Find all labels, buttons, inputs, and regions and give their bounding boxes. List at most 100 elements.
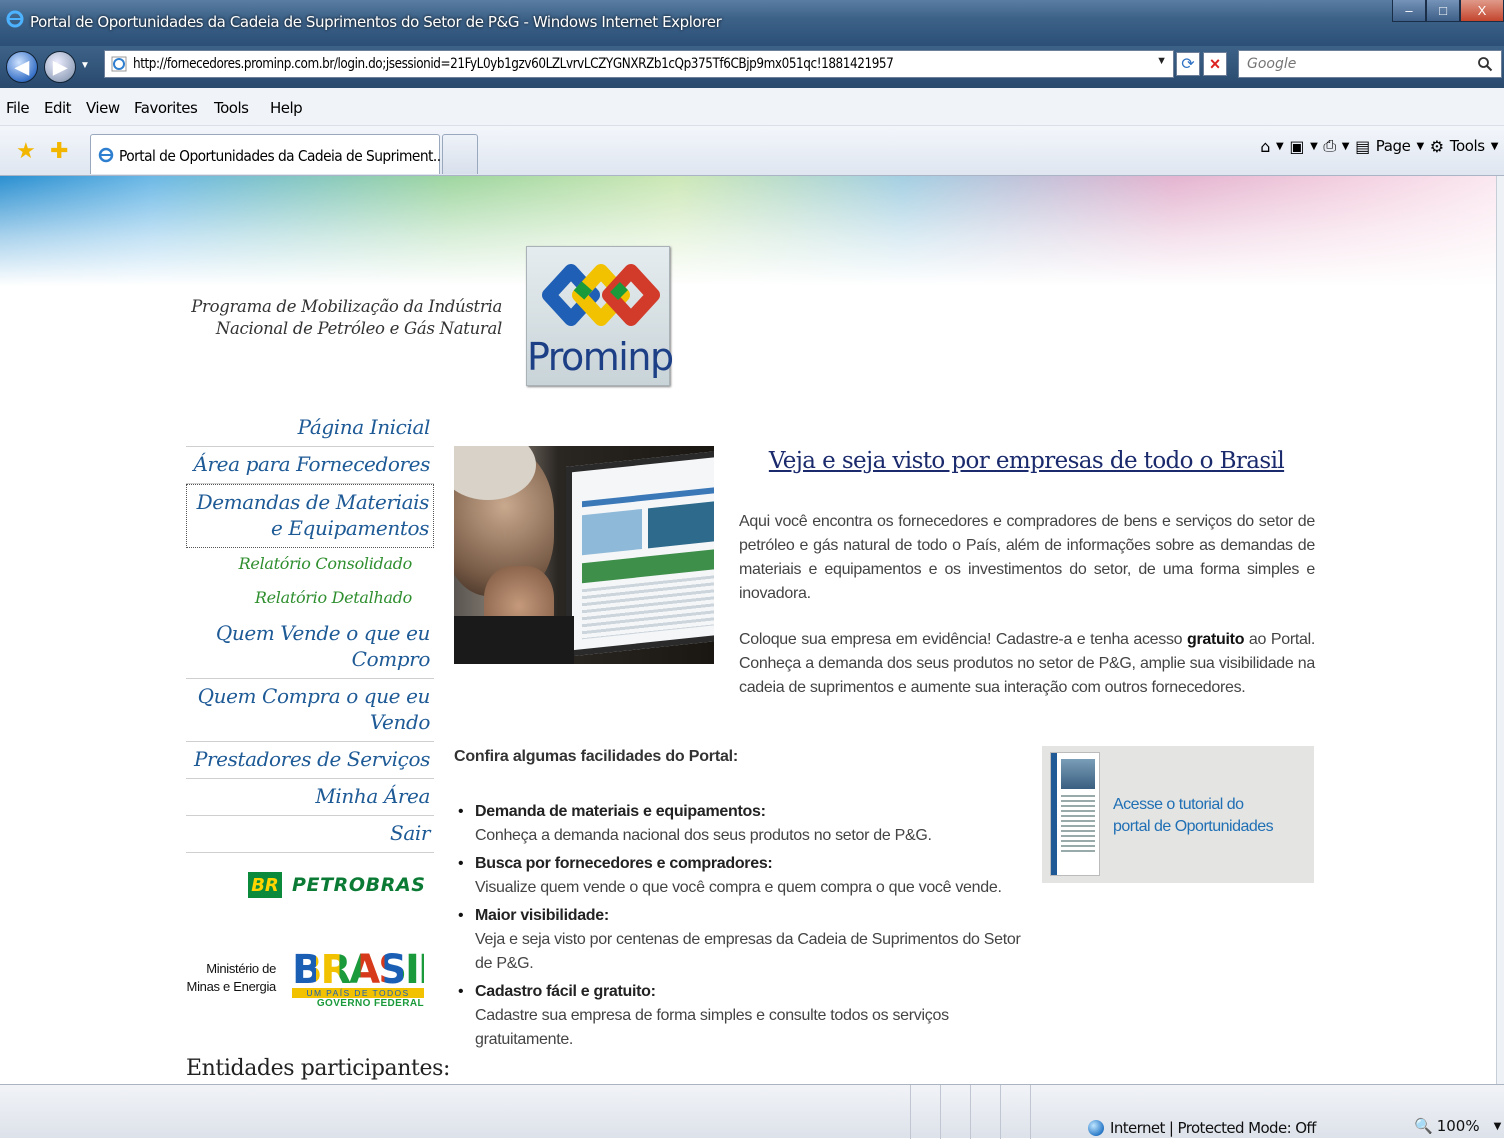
feeds-icon[interactable]: ▣ <box>1289 137 1304 156</box>
ie-logo-icon <box>6 10 24 28</box>
nav-pagina-inicial[interactable]: Página Inicial <box>186 410 434 447</box>
ministerio-line1: Ministério de <box>206 961 276 976</box>
feature-text: Visualize quem vende o que você compra e… <box>475 879 1002 896</box>
list-item: Busca por fornecedores e compradores: Vi… <box>458 852 1038 900</box>
tutorial-line1: Acesse o tutorial do <box>1113 796 1244 813</box>
page-content: Programa de Mobilização da Indústria Nac… <box>0 176 1504 1084</box>
page-menu[interactable]: Page <box>1376 137 1411 155</box>
new-tab-button[interactable] <box>442 134 478 174</box>
favorites-star-icon[interactable]: ★ <box>16 138 36 164</box>
program-title: Programa de Mobilização da Indústria Nac… <box>191 297 502 338</box>
ie-page-icon <box>98 147 114 163</box>
feature-title: Cadastro fácil e gratuito: <box>475 983 656 1000</box>
close-button[interactable]: X <box>1460 0 1504 22</box>
forward-arrow-icon[interactable]: ▶ <box>44 51 76 83</box>
petrobras-br-mark: BR <box>248 872 282 898</box>
feeds-dropdown-icon[interactable]: ▼ <box>1310 141 1318 152</box>
entidades-heading: Entidades participantes: <box>186 1056 450 1081</box>
brasil-governo-logo[interactable]: BRASIL UM PAÍS DE TODOS GOVERNO FEDERAL <box>292 947 443 1010</box>
url-text: http://fornecedores.prominp.com.br/login… <box>133 56 894 72</box>
command-bar: ⌂ ▼ ▣ ▼ ⎙ ▼ ▤ Page ▼ ⚙ Tools ▼ <box>1260 136 1498 156</box>
brasil-word: BRASIL <box>292 947 443 993</box>
prominp-rings-icon <box>542 264 660 326</box>
tools-menu[interactable]: Tools <box>1450 137 1485 155</box>
nav-sair[interactable]: Sair <box>186 816 434 853</box>
menu-edit[interactable]: Edit <box>44 99 72 117</box>
tutorial-link[interactable]: Acesse o tutorial do portal de Oportunid… <box>1113 794 1274 838</box>
feature-text: Veja e seja visto por centenas de empres… <box>475 931 1021 972</box>
zoom-icon: 🔍 <box>1414 1117 1433 1135</box>
nav-prestadores[interactable]: Prestadores de Serviços <box>186 742 434 779</box>
page-ie-icon <box>111 56 127 72</box>
intro-paragraph: Aqui você encontra os fornecedores e com… <box>739 513 1315 602</box>
home-dropdown-icon[interactable]: ▼ <box>1276 141 1284 152</box>
menu-view[interactable]: View <box>86 99 120 117</box>
para2-bold: gratuito <box>1187 631 1245 648</box>
tutorial-line2: portal de Oportunidades <box>1113 818 1274 835</box>
security-zone[interactable]: Internet | Protected Mode: Off <box>1088 1119 1316 1137</box>
stop-icon[interactable]: × <box>1203 52 1227 76</box>
tab-bar: ★ ✚ Portal de Oportunidades da Cadeia de… <box>0 126 1504 176</box>
vertical-scrollbar[interactable] <box>1496 176 1504 1084</box>
gear-icon: ⚙ <box>1429 136 1444 156</box>
brasil-slogan: UM PAÍS DE TODOS <box>292 988 424 998</box>
globe-icon <box>1088 1120 1104 1136</box>
banner-fade <box>0 176 1504 286</box>
feature-text: Cadastre sua empresa de forma simples e … <box>475 1007 949 1048</box>
feature-title: Busca por fornecedores e compradores: <box>475 855 773 872</box>
feature-title: Maior visibilidade: <box>475 907 609 924</box>
back-arrow-icon[interactable]: ◀ <box>6 51 38 83</box>
subnav-relatorio-consolidado[interactable]: Relatório Consolidado <box>186 548 434 582</box>
tab-portal[interactable]: Portal de Oportunidades da Cadeia de Sup… <box>90 134 445 174</box>
menu-favorites[interactable]: Favorites <box>134 99 198 117</box>
main-headline[interactable]: Veja e seja visto por empresas de todo o… <box>739 448 1314 474</box>
para2-pre: Coloque sua empresa em evidência! Cadast… <box>739 631 1188 648</box>
nav-quem-vende[interactable]: Quem Vende o que eu Compro <box>186 616 434 679</box>
features-heading: Confira algumas facilidades do Portal: <box>454 748 739 765</box>
subnav-relatorio-detalhado[interactable]: Relatório Detalhado <box>186 582 434 616</box>
nav-minha-area[interactable]: Minha Área <box>186 779 434 816</box>
nav-quem-compra[interactable]: Quem Compra o que eu Vendo <box>186 679 434 742</box>
nav-demandas[interactable]: Demandas de Materiais e Equipamentos <box>186 484 434 548</box>
zoom-dropdown-icon[interactable]: ▼ <box>1494 1121 1502 1132</box>
person-shirt <box>454 616 574 664</box>
search-box[interactable] <box>1238 50 1502 78</box>
ministerio-label[interactable]: Ministério de Minas e Energia <box>186 960 277 996</box>
tutorial-thumbnail[interactable] <box>1050 752 1100 876</box>
search-icon[interactable] <box>1477 56 1493 72</box>
prominp-logo[interactable]: Prominp <box>526 246 674 386</box>
menu-help[interactable]: Help <box>270 99 303 117</box>
address-dropdown-icon[interactable]: ▼ <box>1156 55 1167 67</box>
add-favorites-icon[interactable]: ✚ <box>50 138 68 164</box>
tab-label: Portal de Oportunidades da Cadeia de Sup… <box>119 147 445 165</box>
menu-tools[interactable]: Tools <box>214 99 249 117</box>
feature-title: Demanda de materiais e equipamentos: <box>475 803 766 820</box>
menu-bar: File Edit View Favorites Tools Help <box>0 88 1504 126</box>
print-dropdown-icon[interactable]: ▼ <box>1342 141 1350 152</box>
petrobras-logo[interactable]: BR PETROBRAS <box>248 872 426 898</box>
history-dropdown-icon[interactable]: ▼ <box>80 60 90 71</box>
refresh-icon[interactable]: ⟳ <box>1176 52 1200 76</box>
status-bar: Internet | Protected Mode: Off 🔍 100% ▼ <box>0 1084 1504 1139</box>
address-toolbar: ◀ ▶ ▼ http://fornecedores.prominp.com.br… <box>0 46 1504 88</box>
list-item: Cadastro fácil e gratuito: Cadastre sua … <box>458 980 1038 1052</box>
minimize-button[interactable]: – <box>1392 0 1426 22</box>
page-dropdown-icon[interactable]: ▼ <box>1417 141 1425 152</box>
nav-area-fornecedores[interactable]: Área para Fornecedores <box>186 447 434 484</box>
monitor-screen <box>566 449 714 657</box>
tools-dropdown-icon[interactable]: ▼ <box>1491 141 1499 152</box>
print-icon[interactable]: ⎙ <box>1323 136 1336 156</box>
page-icon: ▤ <box>1355 136 1370 156</box>
home-icon[interactable]: ⌂ <box>1260 137 1270 156</box>
ministerio-line2: Minas e Energia <box>186 979 277 994</box>
search-input[interactable] <box>1239 51 1459 77</box>
tutorial-panel[interactable]: Acesse o tutorial do portal de Oportunid… <box>1042 746 1314 883</box>
maximize-button[interactable]: □ <box>1426 0 1460 22</box>
zoom-control[interactable]: 🔍 100% ▼ <box>1414 1117 1501 1135</box>
window-title: Portal de Oportunidades da Cadeia de Sup… <box>30 13 722 31</box>
list-item: Maior visibilidade: Veja e seja visto po… <box>458 904 1038 976</box>
list-item: Demanda de materiais e equipamentos: Con… <box>458 800 1038 848</box>
address-field[interactable]: http://fornecedores.prominp.com.br/login… <box>104 50 1174 78</box>
prominp-logo-text: Prominp <box>527 335 674 379</box>
menu-file[interactable]: File <box>6 99 30 117</box>
